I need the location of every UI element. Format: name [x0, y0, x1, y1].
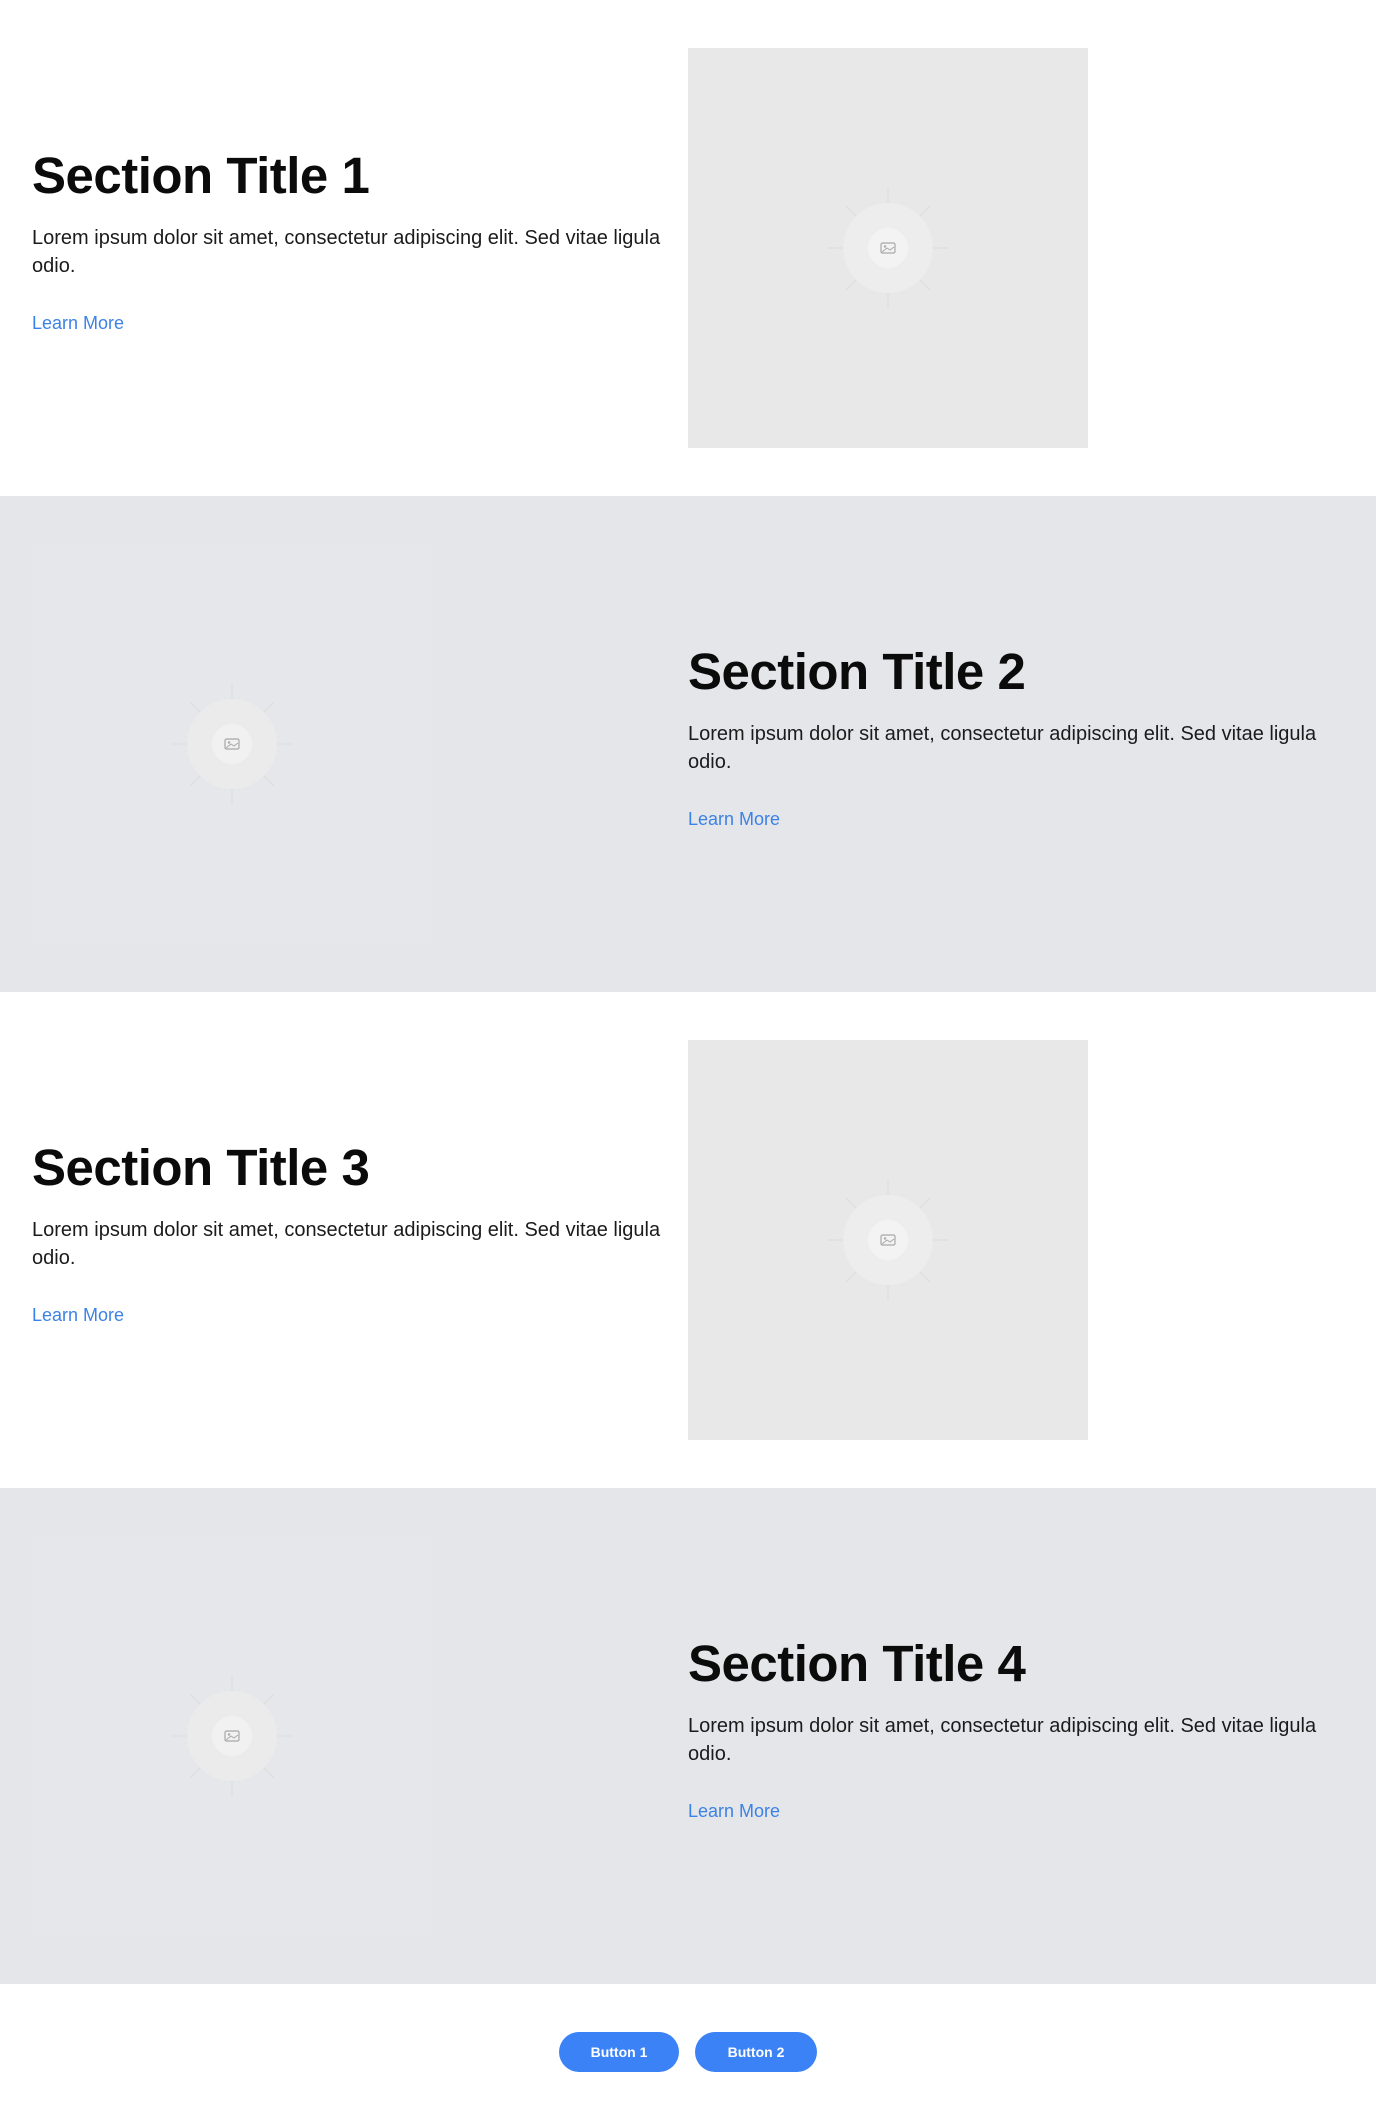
button-1[interactable]: Button 1 [559, 2032, 679, 2072]
section-4-text: Section Title 4 Lorem ipsum dolor sit am… [688, 1634, 1348, 1823]
section-title: Section Title 4 [688, 1635, 1026, 1692]
footer-button-group: Button 1 Button 2 [0, 2032, 1376, 2072]
learn-more-link[interactable]: Learn More [688, 1799, 780, 1823]
image-icon [828, 188, 948, 308]
section-3: Section Title 3 Lorem ipsum dolor sit am… [0, 992, 1376, 1488]
image-placeholder [32, 544, 432, 944]
section-body: Lorem ipsum dolor sit amet, consectetur … [32, 1219, 661, 1269]
section-body: Lorem ipsum dolor sit amet, consectetur … [688, 723, 1317, 773]
learn-more-link[interactable]: Learn More [688, 807, 780, 831]
section-2-text: Section Title 2 Lorem ipsum dolor sit am… [688, 642, 1348, 831]
page: Section Title 1 Lorem ipsum dolor sit am… [0, 0, 1376, 2120]
section-1: Section Title 1 Lorem ipsum dolor sit am… [0, 0, 1376, 496]
section-body: Lorem ipsum dolor sit amet, consectetur … [32, 227, 661, 277]
learn-more-link[interactable]: Learn More [32, 311, 124, 335]
image-icon [828, 1180, 948, 1300]
image-placeholder [688, 48, 1088, 448]
section-3-text: Section Title 3 Lorem ipsum dolor sit am… [32, 1138, 692, 1327]
learn-more-link[interactable]: Learn More [32, 1303, 124, 1327]
section-2: Section Title 2 Lorem ipsum dolor sit am… [0, 496, 1376, 992]
button-2[interactable]: Button 2 [695, 2032, 817, 2072]
section-title: Section Title 3 [32, 1139, 370, 1196]
image-icon [172, 684, 292, 804]
image-icon [172, 1676, 292, 1796]
image-placeholder [688, 1040, 1088, 1440]
section-4: Section Title 4 Lorem ipsum dolor sit am… [0, 1488, 1376, 1984]
image-placeholder [32, 1536, 432, 1936]
section-title: Section Title 2 [688, 643, 1026, 700]
section-body: Lorem ipsum dolor sit amet, consectetur … [688, 1715, 1317, 1765]
section-title: Section Title 1 [32, 147, 370, 204]
section-1-text: Section Title 1 Lorem ipsum dolor sit am… [32, 146, 692, 335]
